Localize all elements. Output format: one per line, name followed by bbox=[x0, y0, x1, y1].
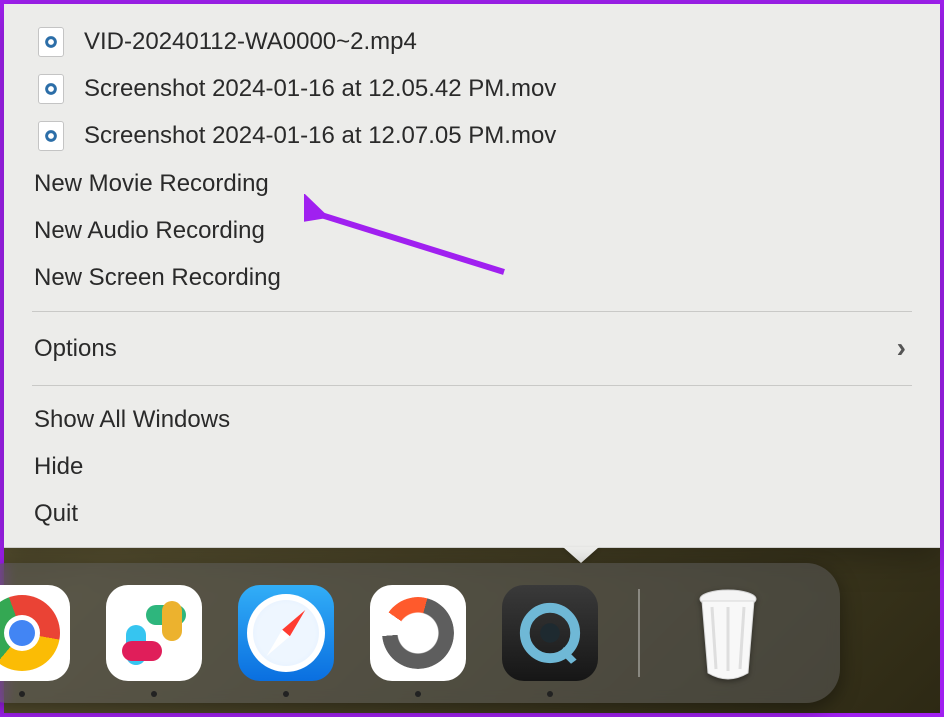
safari-icon bbox=[247, 594, 325, 672]
menu-item-label: Hide bbox=[34, 451, 83, 482]
menu-item-label: New Audio Recording bbox=[34, 215, 265, 246]
menu-item-label: New Movie Recording bbox=[34, 168, 269, 199]
running-indicator bbox=[151, 691, 157, 697]
quit-item[interactable]: Quit bbox=[4, 490, 940, 537]
dock-context-menu: VID-20240112-WA0000~2.mp4 Screenshot 202… bbox=[4, 4, 940, 548]
dock-app-loader[interactable] bbox=[370, 585, 466, 681]
file-name-label: Screenshot 2024-01-16 at 12.07.05 PM.mov bbox=[84, 120, 556, 151]
menu-item-label: Quit bbox=[34, 498, 78, 529]
chrome-icon bbox=[0, 595, 60, 671]
menu-item-label: New Screen Recording bbox=[34, 262, 281, 293]
quicktime-file-icon bbox=[38, 74, 64, 104]
menu-separator bbox=[32, 311, 912, 312]
file-name-label: Screenshot 2024-01-16 at 12.05.42 PM.mov bbox=[84, 73, 556, 104]
dock-app-chrome[interactable] bbox=[0, 585, 70, 681]
running-indicator bbox=[283, 691, 289, 697]
recent-file-item[interactable]: VID-20240112-WA0000~2.mp4 bbox=[4, 18, 940, 65]
quicktime-file-icon bbox=[38, 27, 64, 57]
quicktime-icon bbox=[515, 598, 585, 668]
menu-item-label: Options bbox=[34, 333, 117, 364]
running-indicator bbox=[547, 691, 553, 697]
running-indicator bbox=[415, 691, 421, 697]
running-indicator bbox=[19, 691, 25, 697]
dock-app-safari[interactable] bbox=[238, 585, 334, 681]
dock-trash[interactable] bbox=[680, 585, 776, 681]
new-screen-recording-item[interactable]: New Screen Recording bbox=[4, 254, 940, 301]
slack-icon bbox=[120, 599, 188, 667]
dock bbox=[0, 563, 840, 703]
dock-divider bbox=[638, 589, 640, 677]
dock-app-slack[interactable] bbox=[106, 585, 202, 681]
loader-ring-icon bbox=[382, 597, 454, 669]
menu-separator bbox=[32, 385, 912, 386]
new-movie-recording-item[interactable]: New Movie Recording bbox=[4, 160, 940, 207]
hide-item[interactable]: Hide bbox=[4, 443, 940, 490]
quicktime-file-icon bbox=[38, 121, 64, 151]
trash-icon bbox=[688, 585, 768, 681]
new-audio-recording-item[interactable]: New Audio Recording bbox=[4, 207, 940, 254]
recent-file-item[interactable]: Screenshot 2024-01-16 at 12.05.42 PM.mov bbox=[4, 65, 940, 112]
chevron-right-icon: › bbox=[897, 330, 910, 366]
file-name-label: VID-20240112-WA0000~2.mp4 bbox=[84, 26, 417, 57]
menu-pointer-arrow bbox=[563, 547, 599, 563]
show-all-windows-item[interactable]: Show All Windows bbox=[4, 396, 940, 443]
options-submenu-item[interactable]: Options › bbox=[4, 322, 940, 374]
menu-item-label: Show All Windows bbox=[34, 404, 230, 435]
dock-app-quicktime[interactable] bbox=[502, 585, 598, 681]
recent-file-item[interactable]: Screenshot 2024-01-16 at 12.07.05 PM.mov bbox=[4, 112, 940, 159]
